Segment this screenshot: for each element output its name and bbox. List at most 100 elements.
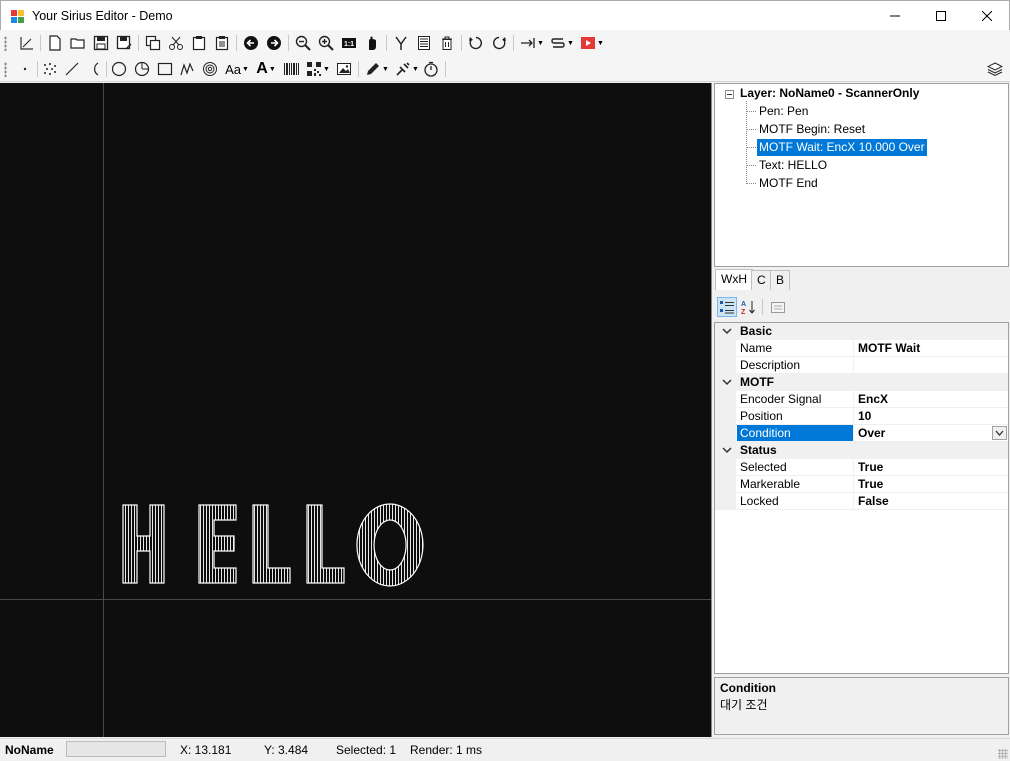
condition-dropdown[interactable]: Over: [855, 425, 1008, 441]
property-value[interactable]: True: [855, 476, 1008, 492]
nested-circles-button[interactable]: [201, 60, 219, 78]
timer-button[interactable]: [422, 60, 440, 78]
arc-button[interactable]: [85, 60, 103, 78]
pan-hand-button[interactable]: [363, 34, 381, 52]
progress-bar: [66, 741, 166, 757]
copy-button[interactable]: [144, 34, 162, 52]
tab-wxh[interactable]: WxH: [715, 269, 753, 290]
letter-o: [356, 503, 424, 587]
categorized-button[interactable]: [717, 297, 737, 317]
tree-node-motf-begin[interactable]: MOTF Begin: Reset: [757, 121, 867, 138]
alphabetical-sort-button[interactable]: AZ: [738, 297, 758, 317]
align-dropdown[interactable]: ▼: [519, 34, 545, 52]
tree-collapse-toggle[interactable]: [725, 90, 734, 99]
property-name: Selected: [737, 459, 854, 475]
tab-c[interactable]: C: [751, 270, 772, 290]
rectangle-button[interactable]: [156, 60, 174, 78]
property-value[interactable]: 10: [855, 408, 1008, 424]
layers-button[interactable]: [986, 60, 1004, 78]
hello-text-entity[interactable]: [118, 500, 430, 592]
property-grid[interactable]: Basic Name MOTF Wait Description MOTF En…: [714, 322, 1009, 674]
new-file-button[interactable]: [46, 34, 64, 52]
chevron-down-icon: ▼: [412, 65, 419, 73]
property-value[interactable]: False: [855, 493, 1008, 509]
laser-dropdown[interactable]: ▼: [394, 60, 420, 78]
delete-button[interactable]: [438, 34, 456, 52]
property-value[interactable]: MOTF Wait: [855, 340, 1008, 356]
save-as-button[interactable]: [115, 34, 133, 52]
paste-array-button[interactable]: [213, 34, 231, 52]
image-button[interactable]: [335, 60, 353, 78]
tree-node-motf-end[interactable]: MOTF End: [757, 175, 820, 192]
record-dropdown[interactable]: ▼: [579, 34, 605, 52]
open-folder-button[interactable]: [69, 34, 87, 52]
toolbar-grip[interactable]: [4, 36, 7, 51]
property-row-description[interactable]: Description: [715, 357, 1008, 374]
property-pages-button[interactable]: [768, 297, 788, 317]
property-row-position[interactable]: Position 10: [715, 408, 1008, 425]
paste-button[interactable]: [190, 34, 208, 52]
tree-node-motf-wait[interactable]: MOTF Wait: EncX 10.000 Over: [757, 139, 927, 156]
line-button[interactable]: [63, 60, 81, 78]
property-row-markerable[interactable]: Markerable True: [715, 476, 1008, 493]
zoom-1to1-button[interactable]: 1:1: [340, 34, 358, 52]
cut-button[interactable]: [167, 34, 185, 52]
letter-l: [306, 504, 345, 584]
point-button[interactable]: [16, 60, 34, 78]
tab-b[interactable]: B: [770, 270, 791, 290]
chevron-down-icon: ▼: [537, 39, 544, 47]
svg-text:Z: Z: [741, 309, 746, 315]
property-value[interactable]: True: [855, 459, 1008, 475]
circle-button[interactable]: [110, 60, 128, 78]
pie-icon: [134, 61, 150, 77]
point-icon: [23, 67, 27, 71]
property-value[interactable]: EncX: [855, 391, 1008, 407]
qrcode-dropdown[interactable]: ▼: [305, 60, 331, 78]
tree-node-layer[interactable]: Layer: NoName0 - ScannerOnly: [738, 85, 921, 102]
zoom-in-button[interactable]: [317, 34, 335, 52]
property-row-encoder-signal[interactable]: Encoder Signal EncX: [715, 391, 1008, 408]
category-motf[interactable]: MOTF: [715, 374, 1008, 391]
point-cloud-button[interactable]: [41, 60, 59, 78]
draw-mode-button[interactable]: [18, 34, 36, 52]
barcode-button[interactable]: [282, 60, 300, 78]
property-name: Name: [737, 340, 854, 356]
redo-arrow-button[interactable]: [265, 34, 283, 52]
pen-dropdown[interactable]: ▼: [364, 60, 390, 78]
text-dropdown[interactable]: A ▼: [254, 60, 278, 78]
category-status[interactable]: Status: [715, 442, 1008, 459]
chevron-down-icon: [722, 328, 732, 335]
rotate-cw-button[interactable]: [490, 34, 508, 52]
x-axis-line: [0, 599, 711, 600]
font-dropdown[interactable]: Aa ▼: [223, 60, 251, 78]
chevron-down-icon: ▼: [567, 39, 574, 47]
property-row-condition[interactable]: Condition Over: [715, 425, 1008, 442]
pie-button[interactable]: [133, 60, 151, 78]
property-value[interactable]: [855, 357, 1008, 373]
tree-node-text[interactable]: Text: HELLO: [757, 157, 829, 174]
drawing-canvas[interactable]: [0, 83, 712, 737]
save-button[interactable]: [92, 34, 110, 52]
document-list-button[interactable]: [415, 34, 433, 52]
spiral-button[interactable]: [178, 60, 196, 78]
undo-arrow-button[interactable]: [242, 34, 260, 52]
rectangle-icon: [157, 62, 173, 76]
close-button[interactable]: [964, 1, 1010, 31]
toolbar-grip[interactable]: [4, 62, 7, 77]
resize-grip[interactable]: [998, 749, 1008, 759]
property-row-locked[interactable]: Locked False: [715, 493, 1008, 510]
minimize-button[interactable]: [872, 1, 918, 31]
path-dropdown[interactable]: ▼: [549, 34, 575, 52]
rotate-ccw-button[interactable]: [467, 34, 485, 52]
category-basic[interactable]: Basic: [715, 323, 1008, 340]
property-row-name[interactable]: Name MOTF Wait: [715, 340, 1008, 357]
maximize-button[interactable]: [918, 1, 964, 31]
property-row-selected[interactable]: Selected True: [715, 459, 1008, 476]
dropdown-button[interactable]: [992, 426, 1007, 440]
property-name: Markerable: [737, 476, 854, 492]
layer-tree[interactable]: Layer: NoName0 - ScannerOnly Pen: Pen MO…: [714, 83, 1009, 267]
merge-button[interactable]: [392, 34, 410, 52]
tree-node-pen[interactable]: Pen: Pen: [757, 103, 810, 120]
close-icon: [982, 11, 992, 21]
zoom-out-button[interactable]: [294, 34, 312, 52]
